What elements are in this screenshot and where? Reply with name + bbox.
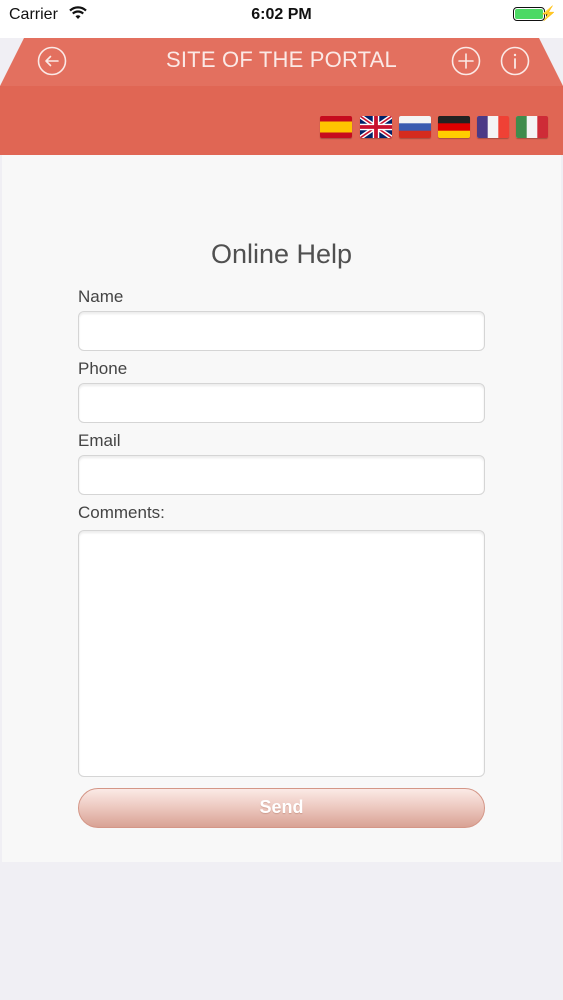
name-label: Name xyxy=(78,287,124,306)
comments-field[interactable] xyxy=(78,530,485,777)
plus-icon[interactable] xyxy=(451,46,481,76)
german-flag[interactable] xyxy=(438,116,470,138)
email-label: Email xyxy=(78,431,121,450)
phone-field[interactable] xyxy=(78,383,485,423)
info-icon[interactable] xyxy=(500,46,530,76)
charging-bolt-icon: ⚡ xyxy=(539,5,557,21)
phone-label: Phone xyxy=(78,359,128,378)
comments-label: Comments: xyxy=(78,503,165,522)
online-help-panel: Online Help Name Phone Email Comments: S… xyxy=(2,155,561,862)
status-time: 6:02 PM xyxy=(251,6,312,23)
status-bar: Carrier 6:02 PM ⚡ xyxy=(0,0,563,38)
english-flag[interactable] xyxy=(360,116,392,138)
send-button[interactable]: Send xyxy=(78,788,485,828)
app-header: SITE OF THE PORTAL xyxy=(0,38,563,155)
name-field[interactable] xyxy=(78,311,485,351)
russian-flag[interactable] xyxy=(399,116,431,138)
spanish-flag[interactable] xyxy=(320,116,352,138)
page-title: Online Help xyxy=(210,239,353,269)
french-flag[interactable] xyxy=(477,116,509,138)
italian-flag[interactable] xyxy=(516,116,548,138)
email-field[interactable] xyxy=(78,455,485,495)
